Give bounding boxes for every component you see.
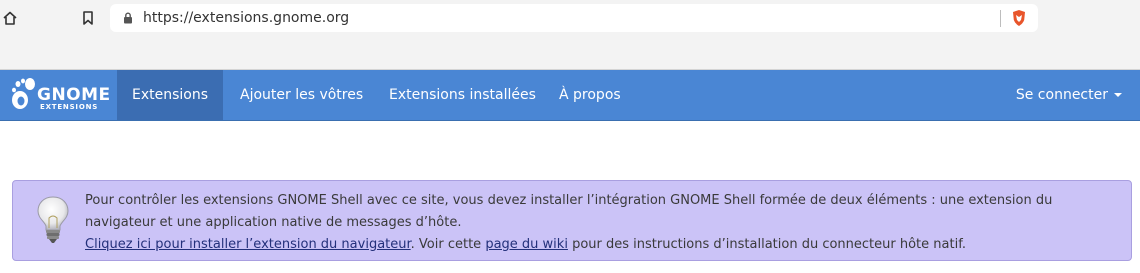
- alert-message: Pour contrôler les extensions GNOME Shel…: [85, 190, 1125, 256]
- nav-extensions[interactable]: Extensions: [117, 70, 224, 120]
- integration-alert: Pour contrôler les extensions GNOME Shel…: [12, 180, 1132, 261]
- alert-mid-text: . Voir cette: [410, 237, 486, 252]
- login-dropdown[interactable]: Se connecter: [1016, 70, 1122, 120]
- nav-about[interactable]: À propos: [544, 70, 636, 120]
- nav-installed-extensions[interactable]: Extensions installées: [374, 70, 551, 120]
- login-label[interactable]: Se connecter: [1016, 87, 1108, 103]
- browser-toolbar: https://extensions.gnome.org: [0, 0, 1140, 70]
- urlbar-divider: [1000, 10, 1001, 27]
- lock-icon[interactable]: [123, 12, 133, 24]
- site-navbar: GNOME EXTENSIONS Extensions Ajouter les …: [0, 70, 1140, 121]
- bookmark-icon[interactable]: [78, 8, 98, 28]
- lightbulb-icon: [35, 194, 71, 246]
- alert-line-1: Pour contrôler les extensions GNOME Shel…: [85, 193, 1053, 230]
- url-text[interactable]: https://extensions.gnome.org: [143, 10, 349, 26]
- caret-down-icon: [1114, 93, 1122, 97]
- gnome-extensions-logo[interactable]: GNOME EXTENSIONS: [10, 76, 110, 116]
- install-extension-link[interactable]: Cliquez ici pour installer l’extension d…: [85, 237, 411, 252]
- wiki-page-link[interactable]: page du wiki: [485, 237, 568, 252]
- logo-sub-text: EXTENSIONS: [40, 103, 99, 111]
- brave-shield-icon[interactable]: [1010, 9, 1028, 27]
- home-icon[interactable]: [0, 8, 20, 28]
- address-bar[interactable]: https://extensions.gnome.org: [110, 4, 1038, 32]
- nav-add-yours[interactable]: Ajouter les vôtres: [225, 70, 378, 120]
- logo-main-text: GNOME: [37, 85, 111, 105]
- alert-tail-text: pour des instructions d’installation du …: [567, 237, 966, 252]
